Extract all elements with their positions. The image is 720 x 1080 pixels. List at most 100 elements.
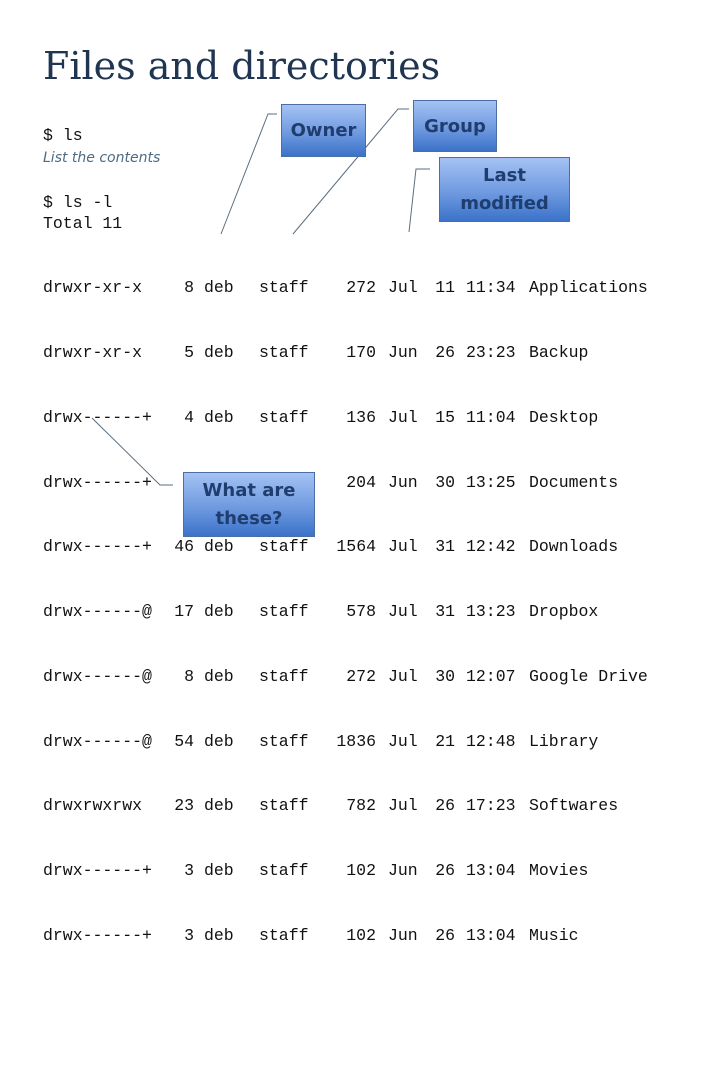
- listing-row: drwx------@ 8 deb staff 272 Jul 30 12:07…: [0, 666, 720, 688]
- owner: deb: [204, 666, 234, 686]
- link-count: 17: [174, 602, 194, 622]
- day: 15: [435, 407, 455, 427]
- day: 11: [435, 278, 455, 298]
- group: staff: [259, 926, 309, 945]
- owner-leader-line: [220, 113, 277, 235]
- link-count: 23: [174, 796, 194, 816]
- link-count: 54: [174, 731, 194, 751]
- listing-row: drwx------+ 4 deb staff 136 Jul 15 11:04…: [0, 407, 720, 429]
- listing-row: drwx------@ 54 deb staff 1836 Jul 21 12:…: [0, 731, 720, 753]
- group: staff: [259, 796, 309, 816]
- link-count: 8: [184, 666, 194, 686]
- owner-callout: Owner: [281, 104, 366, 157]
- group: staff: [259, 278, 309, 298]
- directory-listing: drwxr-xr-x 8 deb staff 272 Jul 11 11:34 …: [0, 234, 720, 968]
- total-line: Total 11: [43, 214, 123, 233]
- month: Jul: [388, 602, 418, 622]
- listing-row: drwxr-xr-x 5 deb staff 170 Jun 26 23:23 …: [0, 342, 720, 364]
- month: Jul: [388, 796, 418, 816]
- permissions: drwx------+: [43, 861, 152, 881]
- month: Jul: [388, 666, 418, 686]
- link-count: 4: [184, 407, 194, 427]
- file-name: Movies: [529, 861, 589, 881]
- permissions: drwxrwxrwx: [43, 796, 143, 816]
- time: 12:48: [466, 731, 516, 751]
- month: Jun: [388, 926, 418, 945]
- month: Jun: [388, 472, 418, 492]
- size: 102: [346, 926, 376, 945]
- time: 17:23: [466, 796, 516, 816]
- listing-row: drwx------+ 3 deb staff 102 Jun 26 13:04…: [0, 860, 720, 882]
- ls-command: $ ls: [43, 126, 83, 145]
- size: 272: [346, 278, 376, 298]
- file-name: Desktop: [529, 407, 599, 427]
- group: staff: [259, 407, 309, 427]
- permissions: drwx------+: [43, 926, 152, 945]
- group: staff: [259, 342, 309, 362]
- owner: deb: [204, 407, 234, 427]
- listing-row: drwx------@ 17 deb staff 578 Jul 31 13:2…: [0, 601, 720, 623]
- last-modified-leader-line: [408, 168, 430, 233]
- link-count: 5: [184, 342, 194, 362]
- file-name: Dropbox: [529, 602, 599, 622]
- file-name: Backup: [529, 342, 589, 362]
- size: 170: [346, 342, 376, 362]
- permissions: drwxr-xr-x: [43, 342, 143, 362]
- day: 26: [435, 926, 455, 945]
- day: 21: [435, 731, 455, 751]
- permissions: drwx------@: [43, 731, 152, 751]
- month: Jul: [388, 731, 418, 751]
- time: 13:04: [466, 861, 516, 881]
- size: 1836: [336, 731, 376, 751]
- owner: deb: [204, 342, 234, 362]
- slide-title: Files and directories: [43, 44, 441, 88]
- file-name: Music: [529, 926, 579, 945]
- day: 30: [435, 472, 455, 492]
- size: 136: [346, 407, 376, 427]
- listing-row: drwx------+ 6 deb staff 204 Jun 30 13:25…: [0, 472, 720, 494]
- link-count: 3: [184, 861, 194, 881]
- time: 13:25: [466, 472, 516, 492]
- permissions: drwx------@: [43, 666, 152, 686]
- permissions: drwx------+: [43, 407, 152, 427]
- what-are-these-callout: What are these?: [183, 472, 315, 537]
- size: 272: [346, 666, 376, 686]
- last-modified-label: Last modified: [460, 164, 549, 214]
- day: 26: [435, 861, 455, 881]
- listing-row: drwxrwxrwx 23 deb staff 782 Jul 26 17:23…: [0, 795, 720, 817]
- day: 31: [435, 602, 455, 622]
- month: Jul: [388, 407, 418, 427]
- ls-l-command: $ ls -l: [43, 193, 113, 212]
- time: 11:04: [466, 407, 516, 427]
- link-count: 8: [184, 278, 194, 298]
- group: staff: [259, 861, 309, 881]
- owner: deb: [204, 278, 234, 298]
- file-name: Applications: [529, 278, 648, 298]
- file-name: Softwares: [529, 796, 619, 816]
- size: 578: [346, 602, 376, 622]
- link-count: 3: [184, 926, 194, 945]
- time: 23:23: [466, 342, 516, 362]
- file-name: Documents: [529, 472, 619, 492]
- owner: deb: [204, 796, 234, 816]
- file-name: Library: [529, 731, 599, 751]
- group: staff: [259, 731, 309, 751]
- group: staff: [259, 666, 309, 686]
- file-name: Google Drive: [529, 666, 648, 686]
- last-modified-callout: Last modified: [439, 157, 570, 222]
- listing-row: drwx------+ 3 deb staff 102 Jun 26 13:04…: [0, 925, 720, 947]
- permissions: drwx------+: [43, 472, 152, 492]
- time: 13:04: [466, 926, 516, 945]
- time: 12:07: [466, 666, 516, 686]
- what-are-these-label: What are these?: [202, 479, 296, 529]
- day: 26: [435, 342, 455, 362]
- owner: deb: [204, 926, 234, 945]
- owner: deb: [204, 731, 234, 751]
- size: 102: [346, 861, 376, 881]
- month: Jul: [388, 278, 418, 298]
- listing-row: drwxr-xr-x 8 deb staff 272 Jul 11 11:34 …: [0, 277, 720, 299]
- time: 13:23: [466, 602, 516, 622]
- size: 782: [346, 796, 376, 816]
- group-callout: Group: [413, 100, 497, 152]
- owner: deb: [204, 602, 234, 622]
